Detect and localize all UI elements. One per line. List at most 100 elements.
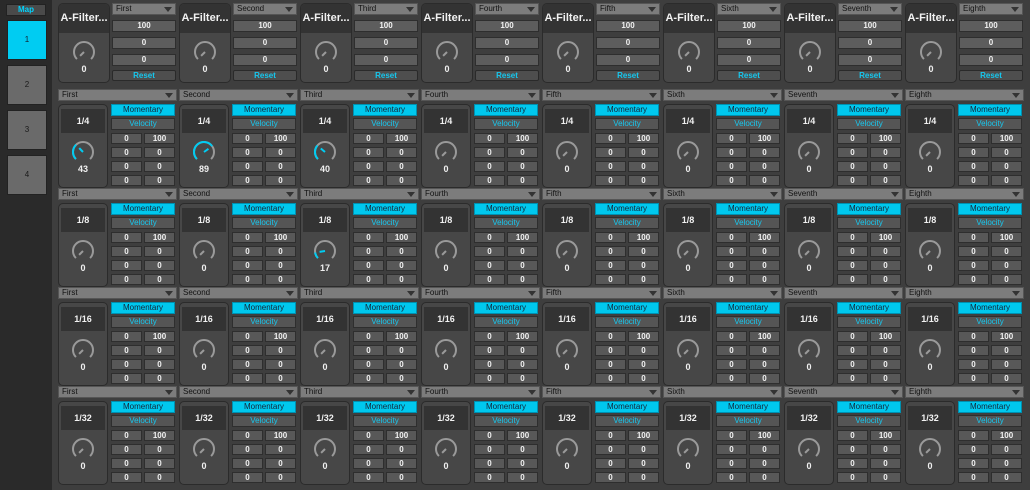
range-min-field[interactable]: 0 (716, 373, 747, 384)
range-min-field[interactable]: 0 (716, 232, 747, 243)
range-max-field[interactable]: 0 (991, 345, 1022, 356)
range-min-field[interactable]: 0 (958, 147, 989, 158)
velocity-button[interactable]: Velocity (353, 415, 417, 427)
range-min-field[interactable]: 0 (595, 133, 626, 144)
row-selector-dropdown[interactable]: Sixth (663, 89, 782, 101)
range-min-field[interactable]: 0 (474, 472, 505, 483)
range-max-field[interactable]: 0 (628, 345, 659, 356)
range-min-field[interactable]: 0 (474, 246, 505, 257)
range-max-field[interactable]: 0 (870, 260, 901, 271)
range-max-field[interactable]: 0 (386, 246, 417, 257)
range-min-field[interactable]: 0 (353, 472, 384, 483)
range-min-field[interactable]: 0 (232, 444, 263, 455)
momentary-button[interactable]: Momentary (958, 104, 1022, 116)
range-max-field[interactable]: 0 (265, 161, 296, 172)
range-max-field[interactable]: 0 (991, 260, 1022, 271)
range-min-field[interactable]: 0 (474, 232, 505, 243)
range-min-field[interactable]: 0 (232, 430, 263, 441)
range-max-field[interactable]: 0 (144, 458, 175, 469)
pad-knob[interactable] (796, 139, 822, 165)
range-min-field[interactable]: 0 (837, 359, 868, 370)
range-min-field[interactable]: 0 (353, 331, 384, 342)
range-max-field[interactable]: 0 (749, 472, 780, 483)
momentary-button[interactable]: Momentary (353, 401, 417, 413)
range-min-field[interactable]: 0 (837, 147, 868, 158)
range-min-field[interactable]: 0 (595, 430, 626, 441)
range-min-field[interactable]: 0 (474, 133, 505, 144)
range-min-field[interactable]: 0 (111, 260, 142, 271)
range-min-field[interactable]: 0 (958, 331, 989, 342)
range-min-field[interactable]: 0 (111, 444, 142, 455)
filter-knob[interactable] (434, 39, 460, 65)
range-max-field[interactable]: 100 (144, 232, 175, 243)
range-max-field[interactable]: 0 (144, 373, 175, 384)
row-selector-dropdown[interactable]: Second (179, 386, 298, 398)
pad-knob[interactable] (70, 436, 96, 462)
filter-value-field[interactable]: 0 (717, 54, 781, 66)
velocity-button[interactable]: Velocity (232, 316, 296, 328)
filter-knob[interactable] (192, 39, 218, 65)
velocity-button[interactable]: Velocity (595, 217, 659, 229)
range-min-field[interactable]: 0 (353, 147, 384, 158)
range-max-field[interactable]: 0 (749, 373, 780, 384)
reset-button[interactable]: Reset (475, 70, 539, 81)
momentary-button[interactable]: Momentary (716, 104, 780, 116)
range-min-field[interactable]: 0 (595, 147, 626, 158)
range-min-field[interactable]: 0 (595, 359, 626, 370)
velocity-button[interactable]: Velocity (111, 118, 175, 130)
row-selector-dropdown[interactable]: Fifth (542, 188, 661, 200)
velocity-button[interactable]: Velocity (595, 415, 659, 427)
row-selector-dropdown[interactable]: Third (300, 89, 419, 101)
range-max-field[interactable]: 0 (144, 274, 175, 285)
filter-selector-dropdown[interactable]: Fifth (596, 3, 660, 15)
range-max-field[interactable]: 0 (628, 147, 659, 158)
range-min-field[interactable]: 0 (232, 147, 263, 158)
reset-button[interactable]: Reset (959, 70, 1023, 81)
page-button-1[interactable]: 1 (7, 20, 47, 60)
range-max-field[interactable]: 0 (749, 260, 780, 271)
range-max-field[interactable]: 0 (507, 345, 538, 356)
row-selector-dropdown[interactable]: Eighth (905, 386, 1024, 398)
pad-knob[interactable] (191, 337, 217, 363)
row-selector-dropdown[interactable]: Third (300, 386, 419, 398)
page-button-4[interactable]: 4 (7, 155, 47, 195)
velocity-button[interactable]: Velocity (837, 415, 901, 427)
row-selector-dropdown[interactable]: Fifth (542, 287, 661, 299)
pad-knob[interactable] (191, 238, 217, 264)
pad-knob[interactable] (917, 139, 943, 165)
range-max-field[interactable]: 0 (870, 458, 901, 469)
range-min-field[interactable]: 0 (595, 232, 626, 243)
range-max-field[interactable]: 0 (870, 175, 901, 186)
range-max-field[interactable]: 0 (386, 274, 417, 285)
pad-knob[interactable] (312, 337, 338, 363)
filter-value-field[interactable]: 100 (959, 20, 1023, 32)
range-max-field[interactable]: 0 (749, 274, 780, 285)
momentary-button[interactable]: Momentary (474, 302, 538, 314)
range-max-field[interactable]: 100 (749, 133, 780, 144)
range-max-field[interactable]: 0 (507, 147, 538, 158)
range-max-field[interactable]: 0 (507, 359, 538, 370)
velocity-button[interactable]: Velocity (474, 316, 538, 328)
range-max-field[interactable]: 0 (991, 147, 1022, 158)
range-max-field[interactable]: 0 (386, 472, 417, 483)
range-min-field[interactable]: 0 (958, 345, 989, 356)
range-min-field[interactable]: 0 (353, 444, 384, 455)
velocity-button[interactable]: Velocity (353, 118, 417, 130)
range-max-field[interactable]: 100 (628, 232, 659, 243)
range-max-field[interactable]: 0 (386, 345, 417, 356)
velocity-button[interactable]: Velocity (716, 316, 780, 328)
row-selector-dropdown[interactable]: Seventh (784, 89, 903, 101)
range-min-field[interactable]: 0 (353, 161, 384, 172)
row-selector-dropdown[interactable]: Fourth (421, 287, 540, 299)
range-max-field[interactable]: 100 (991, 133, 1022, 144)
pad-knob[interactable] (796, 436, 822, 462)
momentary-button[interactable]: Momentary (716, 302, 780, 314)
pad-knob[interactable] (675, 337, 701, 363)
row-selector-dropdown[interactable]: First (58, 188, 177, 200)
filter-value-field[interactable]: 100 (354, 20, 418, 32)
range-max-field[interactable]: 0 (870, 444, 901, 455)
filter-value-field[interactable]: 0 (596, 37, 660, 49)
row-selector-dropdown[interactable]: Sixth (663, 287, 782, 299)
row-selector-dropdown[interactable]: Seventh (784, 287, 903, 299)
range-min-field[interactable]: 0 (232, 260, 263, 271)
